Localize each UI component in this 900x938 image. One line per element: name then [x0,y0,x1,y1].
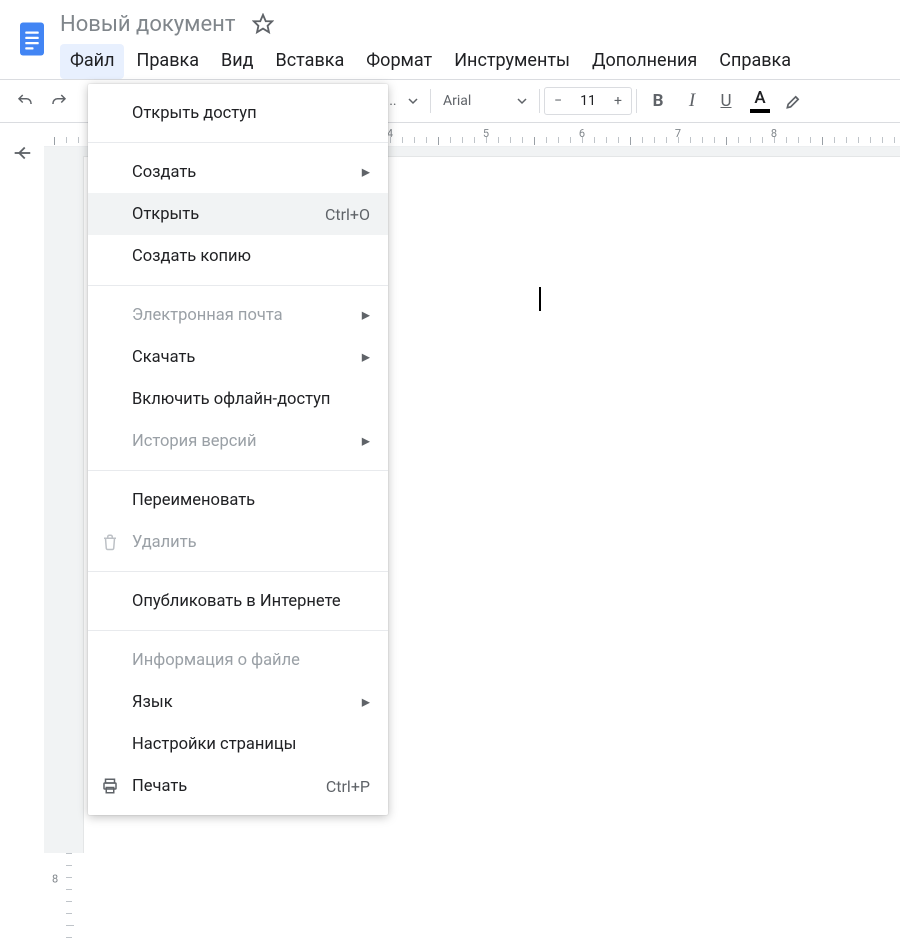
docs-logo[interactable] [12,12,52,66]
font-size-input[interactable]: 11 [571,93,605,109]
menu-email: Электронная почта ▸ [88,294,388,336]
star-button[interactable] [249,10,277,38]
bold-button[interactable]: B [641,86,675,116]
menu-addons[interactable]: Дополнения [582,44,707,79]
menu-separator [88,571,388,572]
submenu-arrow-icon: ▸ [362,305,370,325]
menu-separator [88,285,388,286]
menu-view[interactable]: Вид [211,44,263,79]
menu-file-info: Информация о файле [88,639,388,681]
menu-download[interactable]: Скачать ▸ [88,336,388,378]
outline-toggle[interactable] [6,137,38,169]
menu-offline[interactable]: Включить офлайн-доступ [88,378,388,420]
arrow-left-icon [11,142,33,164]
bold-icon: B [653,91,664,111]
font-size-decrease[interactable]: − [545,87,571,115]
font-size-group: − 11 + [544,87,632,115]
menubar: Файл Правка Вид Вставка Формат Инструмен… [60,44,888,79]
menu-open[interactable]: Открыть Ctrl+O [88,193,388,235]
text-color-button[interactable]: A [743,86,777,116]
highlighter-icon [784,91,804,111]
menu-separator [88,630,388,631]
menu-separator [88,470,388,471]
menu-publish[interactable]: Опубликовать в Интернете [88,580,388,622]
chevron-down-icon [517,96,527,106]
font-name-label: Arial [443,93,471,109]
menu-tools[interactable]: Инструменты [444,44,580,79]
menu-new[interactable]: Создать ▸ [88,151,388,193]
submenu-arrow-icon: ▸ [362,692,370,712]
menu-share[interactable]: Открыть доступ [88,92,388,134]
menu-print[interactable]: Печать Ctrl+P [88,765,388,807]
menu-help[interactable]: Справка [709,44,801,79]
document-title[interactable]: Новый документ [60,12,235,37]
file-menu-dropdown: Открыть доступ Создать ▸ Открыть Ctrl+O … [88,84,388,815]
menu-format[interactable]: Формат [356,44,442,79]
menu-rename[interactable]: Переименовать [88,479,388,521]
redo-button[interactable] [42,86,76,116]
undo-icon [16,92,34,110]
menu-edit[interactable]: Правка [126,44,209,79]
menu-language[interactable]: Язык ▸ [88,681,388,723]
chevron-down-icon [408,96,418,106]
font-size-increase[interactable]: + [605,87,631,115]
menu-file[interactable]: Файл [60,44,124,79]
text-cursor [539,287,541,311]
shortcut-label: Ctrl+O [325,205,370,224]
highlight-button[interactable] [777,86,811,116]
menu-insert[interactable]: Вставка [266,44,355,79]
star-icon [252,13,274,35]
separator [636,89,637,113]
redo-icon [50,92,68,110]
menu-make-copy[interactable]: Создать копию [88,235,388,277]
italic-icon: I [689,90,695,112]
menu-delete: Удалить [88,521,388,563]
separator [539,89,540,113]
font-family-select[interactable]: Arial [435,86,535,116]
submenu-arrow-icon: ▸ [362,347,370,367]
menu-page-setup[interactable]: Настройки страницы [88,723,388,765]
menu-version-history: История версий ▸ [88,420,388,462]
submenu-arrow-icon: ▸ [362,431,370,451]
print-icon [100,776,120,796]
italic-button[interactable]: I [675,86,709,116]
underline-button[interactable]: U [709,86,743,116]
undo-button[interactable] [8,86,42,116]
menu-separator [88,142,388,143]
underline-icon: U [720,91,731,111]
text-color-icon: A [754,90,765,107]
separator [430,89,431,113]
submenu-arrow-icon: ▸ [362,162,370,182]
shortcut-label: Ctrl+P [326,777,370,796]
trash-icon [100,532,120,552]
